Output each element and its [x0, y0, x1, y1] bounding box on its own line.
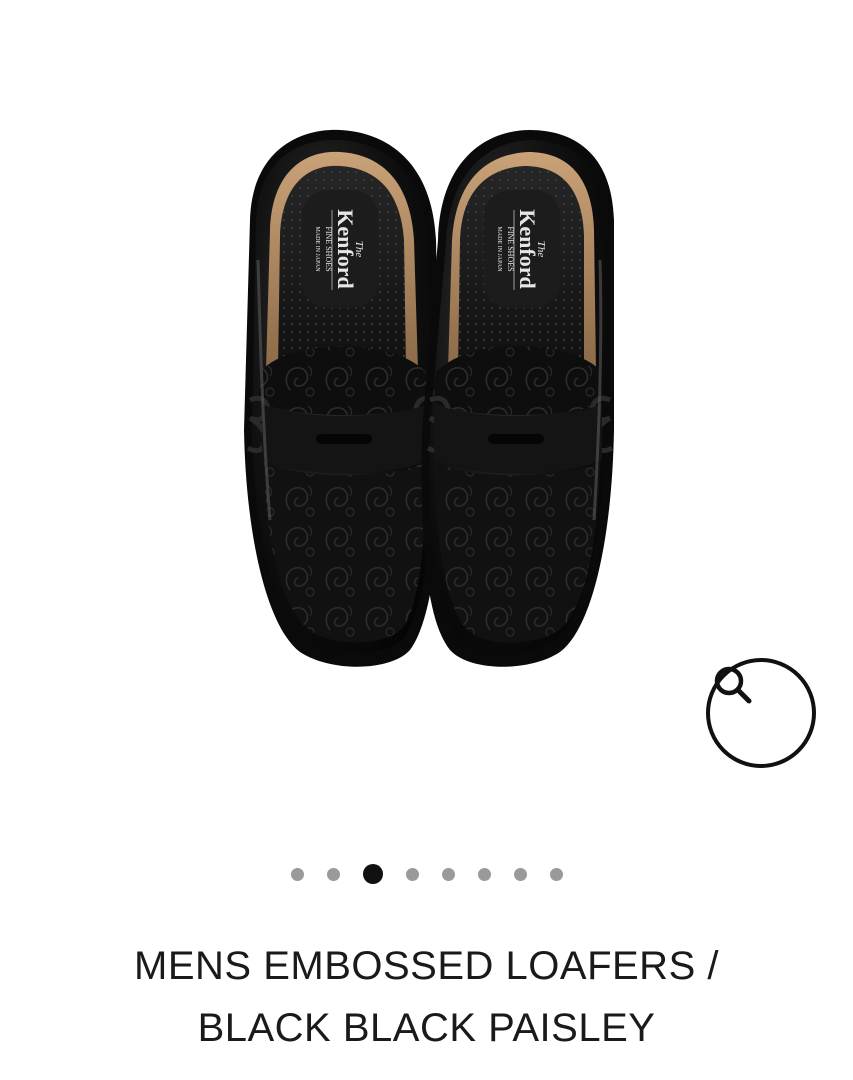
carousel-dot[interactable] — [405, 867, 419, 881]
product-title: MENS EMBOSSED LOAFERS / BLACK BLACK PAIS… — [0, 935, 853, 1059]
carousel-dot[interactable] — [362, 864, 383, 884]
search-icon — [714, 666, 752, 704]
insole-origin-text-right: MADE IN JAPAN — [496, 226, 502, 272]
product-image[interactable]: The Kenford FINE SHOES MADE IN JAPAN The… — [0, 0, 853, 850]
zoom-button[interactable] — [706, 658, 816, 768]
carousel-dot[interactable] — [326, 867, 340, 881]
product-title-line1: MENS EMBOSSED LOAFERS / — [134, 944, 719, 988]
carousel-dots — [0, 860, 853, 888]
carousel-dot[interactable] — [513, 867, 527, 881]
insole-brand-text-right: Kenford — [515, 209, 540, 288]
carousel-dot[interactable] — [549, 867, 563, 881]
carousel-dot[interactable] — [477, 867, 491, 881]
left-loafer: The Kenford FINE SHOES MADE IN JAPAN — [244, 129, 441, 667]
insole-brand-text: Kenford — [333, 209, 358, 288]
insole-origin-text: MADE IN JAPAN — [314, 226, 320, 272]
product-title-line2: BLACK BLACK PAISLEY — [197, 1006, 656, 1050]
right-loafer: The Kenford FINE SHOES MADE IN JAPAN — [421, 130, 614, 667]
carousel-dot[interactable] — [441, 867, 455, 881]
carousel-dot[interactable] — [290, 867, 304, 881]
